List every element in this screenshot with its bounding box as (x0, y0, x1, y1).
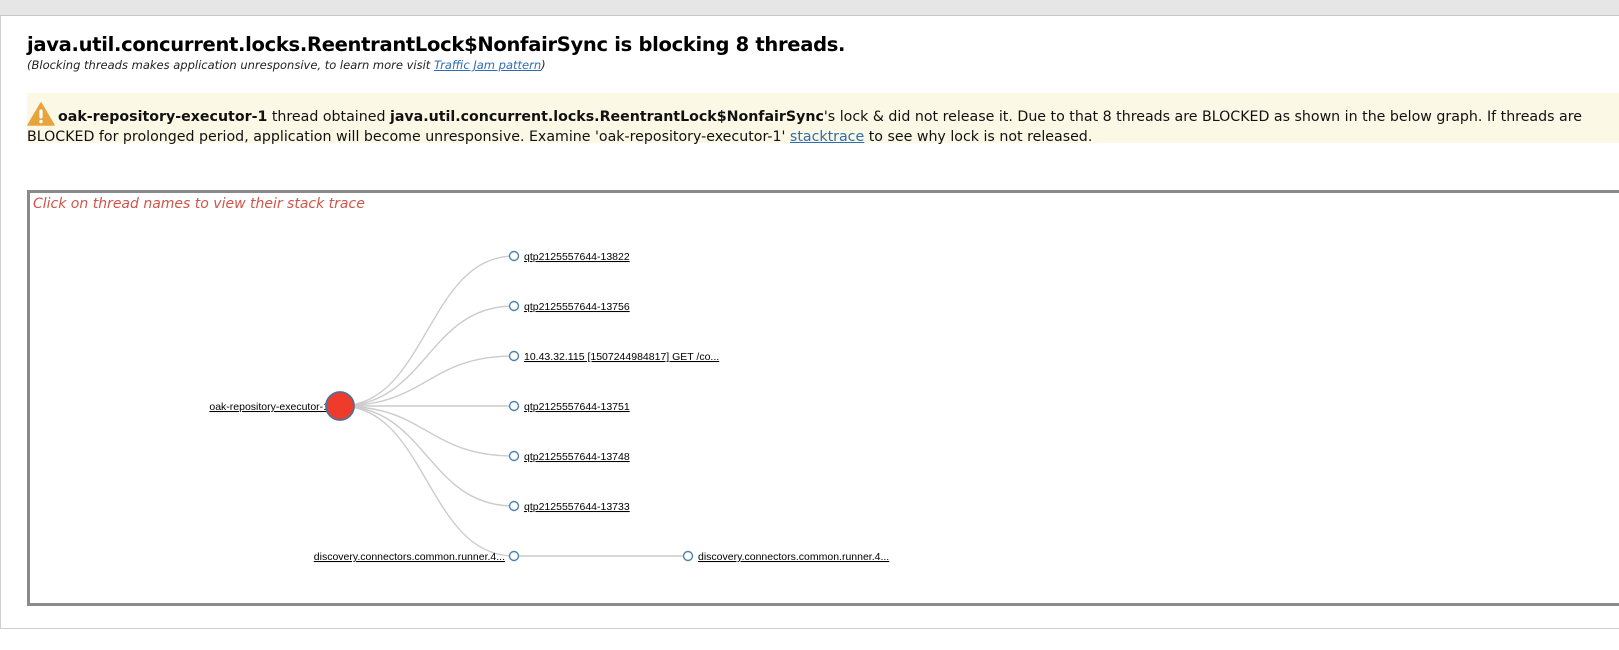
blocked-thread-node[interactable] (508, 400, 520, 412)
blocking-link (339, 355, 515, 407)
blocking-alert: oak-repository-executor-1 thread obtaine… (27, 93, 1619, 145)
blocked-thread-node[interactable] (508, 300, 520, 312)
page-left-border (0, 15, 1, 629)
traffic-jam-pattern-link[interactable]: Traffic Jam pattern (434, 58, 541, 72)
alert-text-3: to see why lock is not released. (864, 129, 1093, 145)
subtitle-suffix: ) (541, 58, 546, 72)
blocked-thread-label[interactable]: qtp2125557644-13748 (524, 451, 630, 463)
holder-thread-name: oak-repository-executor-1 (58, 109, 268, 125)
blocked-thread-label[interactable]: qtp2125557644-13756 (524, 301, 630, 313)
thread-graph-panel: Click on thread names to view their stac… (27, 190, 1619, 606)
blocked-thread-node[interactable] (508, 350, 520, 362)
blocked-thread-label[interactable]: qtp2125557644-13822 (524, 251, 630, 263)
blocked-thread-label[interactable]: discovery.connectors.common.runner.4... (314, 551, 505, 563)
warning-icon (27, 102, 55, 126)
blocked-thread-node[interactable] (508, 500, 520, 512)
blocking-link (339, 405, 515, 507)
lock-name: java.util.concurrent.locks.ReentrantLock… (389, 109, 824, 125)
blocked-thread-label[interactable]: 10.43.32.115 [1507244984817] GET /co... (524, 351, 719, 363)
page-subtitle: (Blocking threads makes application unre… (27, 58, 546, 72)
blocked-thread-node[interactable] (508, 550, 520, 562)
alert-text-1: thread obtained (267, 109, 390, 125)
blocking-link (339, 405, 515, 557)
blocked-thread-node[interactable] (508, 450, 520, 462)
blocked-thread-node[interactable] (508, 250, 520, 262)
blocking-link (339, 405, 515, 457)
blocking-link (339, 255, 515, 407)
blocked-thread-label[interactable]: discovery.connectors.common.runner.4... (698, 551, 889, 563)
blocked-thread-label[interactable]: qtp2125557644-13751 (524, 401, 630, 413)
lock-holder-label[interactable]: oak-repository-executor-1 (209, 401, 329, 413)
graph-nodes: qtp2125557644-13822 qtp2125557644-13756 10… (209, 250, 889, 563)
blocked-thread-node[interactable] (682, 550, 694, 562)
page-title: java.util.concurrent.locks.ReentrantLock… (27, 33, 846, 56)
subtitle-prefix: (Blocking threads makes application unre… (27, 58, 434, 72)
lock-holder-node[interactable] (325, 391, 355, 421)
blocking-link (339, 305, 515, 407)
page-bottom-border (0, 628, 1619, 629)
alert-message: oak-repository-executor-1 thread obtaine… (27, 102, 1612, 147)
blocked-thread-label[interactable]: qtp2125557644-13733 (524, 501, 630, 513)
thread-dependency-graph: qtp2125557644-13822 qtp2125557644-13756 10… (209, 250, 889, 563)
stacktrace-link[interactable]: stacktrace (790, 129, 864, 145)
